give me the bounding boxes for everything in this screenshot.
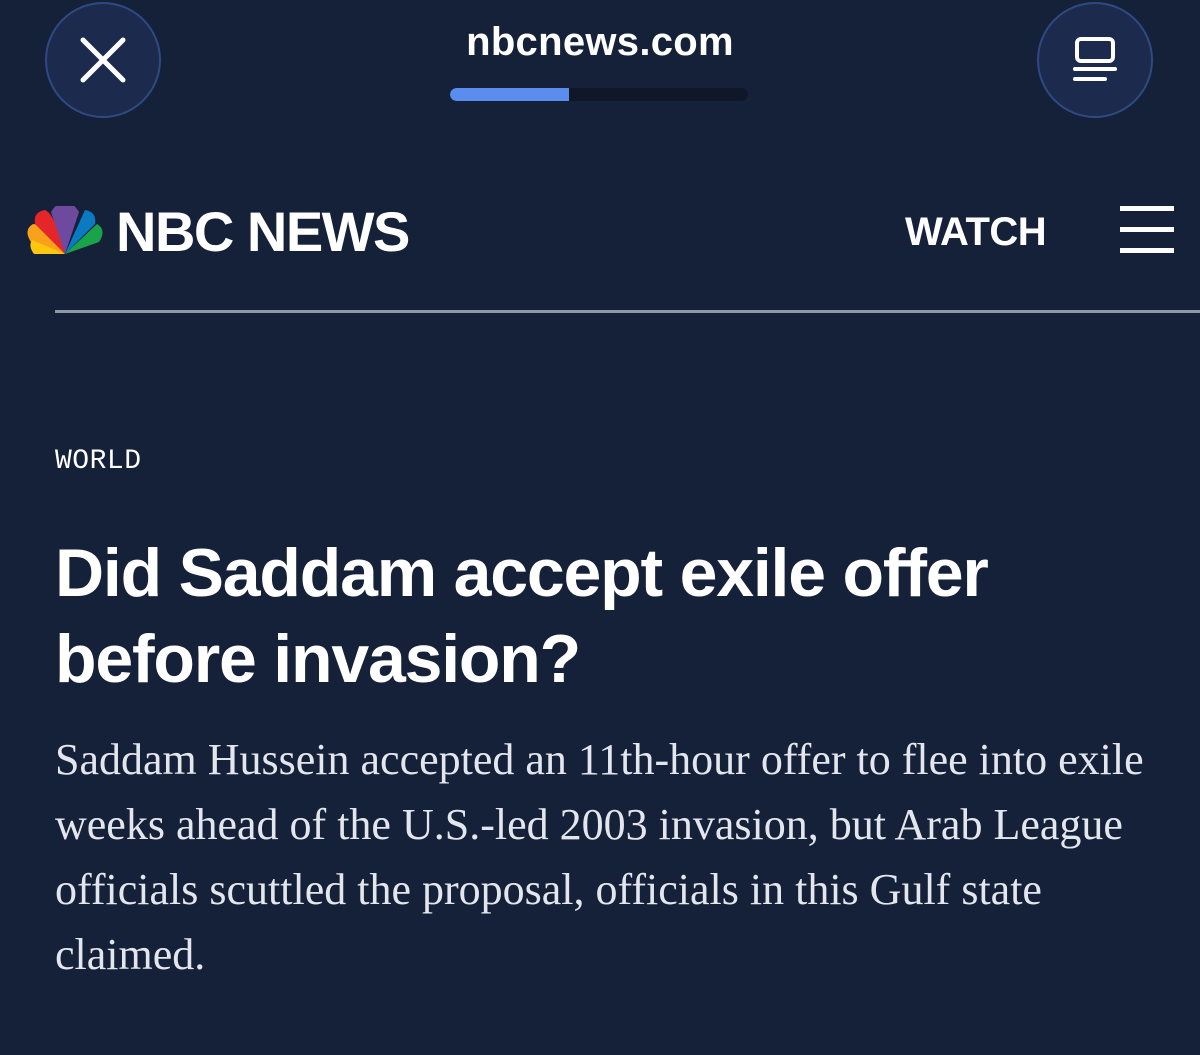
hamburger-menu-icon	[1120, 206, 1174, 211]
hamburger-menu-icon-bar	[1120, 248, 1174, 253]
close-button[interactable]	[45, 2, 161, 118]
article-headline: Did Saddam accept exile offer before inv…	[55, 535, 989, 697]
section-label[interactable]: WORLD	[55, 446, 142, 477]
url-address[interactable]: nbcnews.com	[400, 20, 800, 65]
hamburger-menu-icon-bar	[1120, 227, 1174, 232]
browser-toolbar: nbcnews.com	[0, 0, 1200, 140]
logo-wordmark: NBC NEWS	[116, 200, 410, 263]
article-summary: Saddam Hussein accepted an 11th-hour off…	[55, 735, 1144, 979]
page-load-progress	[450, 88, 748, 101]
reader-mode-icon	[1073, 37, 1117, 81]
reader-mode-button[interactable]	[1037, 2, 1153, 118]
nbc-news-logo[interactable]: NBC NEWS	[26, 200, 410, 263]
nbc-peacock-icon	[27, 206, 103, 254]
header-divider	[55, 310, 1200, 313]
watch-link[interactable]: WATCH	[905, 208, 1047, 256]
close-icon	[80, 37, 126, 83]
site-header: NBC NEWS WATCH	[0, 190, 1200, 280]
page-load-progress-fill	[450, 88, 570, 101]
menu-button[interactable]	[1120, 206, 1174, 254]
